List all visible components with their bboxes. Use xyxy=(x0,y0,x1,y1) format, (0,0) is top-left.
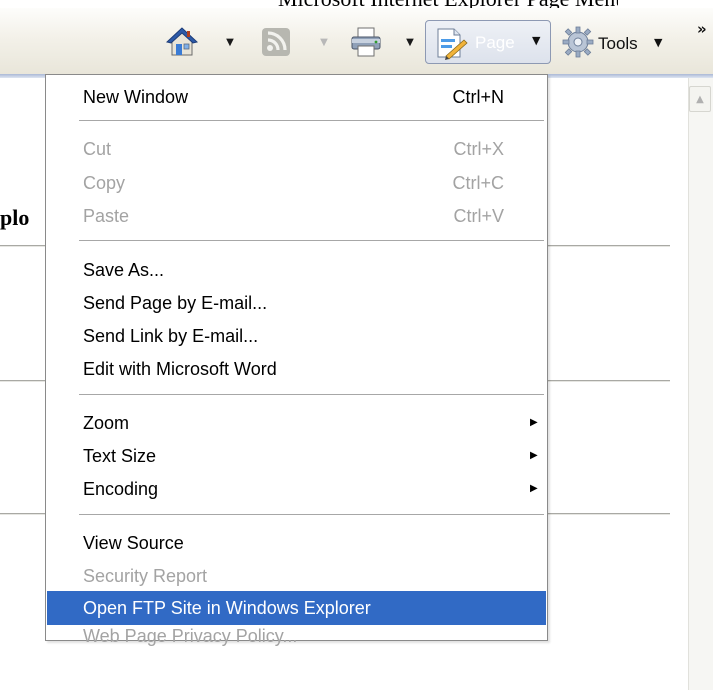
menu-item-send-page[interactable]: Send Page by E-mail... xyxy=(47,286,546,320)
menu-item-label: Copy xyxy=(83,173,126,193)
menu-item-label: New Window xyxy=(83,87,189,107)
menu-item-label: Send Page by E-mail... xyxy=(83,293,268,313)
menu-item-shortcut: Ctrl+V xyxy=(453,206,504,226)
command-bar: ▼ ▼ ▼ Page ▼ Tools ▼ » xyxy=(0,8,713,75)
submenu-arrow-icon: ▶ xyxy=(530,483,538,494)
feeds-dropdown-arrow: ▼ xyxy=(320,36,328,48)
menu-item-cut: Cut Ctrl+X xyxy=(47,132,546,166)
menu-item-save-as[interactable]: Save As... xyxy=(47,253,546,287)
page-menu-label: Page xyxy=(475,33,515,52)
menu-item-label: Security Report xyxy=(83,566,208,586)
printer-icon xyxy=(351,27,381,57)
menu-item-label: Cut xyxy=(83,139,112,159)
menu-item-paste: Paste Ctrl+V xyxy=(47,199,546,233)
menu-item-label: Save As... xyxy=(83,260,165,280)
menu-item-label: Text Size xyxy=(83,446,157,466)
submenu-arrow-icon: ▶ xyxy=(530,450,538,461)
menu-item-label: View Source xyxy=(83,533,184,553)
menu-item-encoding[interactable]: Encoding ▶ xyxy=(47,472,546,506)
page-heading-fragment: plo xyxy=(0,205,30,230)
menu-item-shortcut: Ctrl+C xyxy=(452,173,504,193)
menu-item-security-report: Security Report xyxy=(47,559,546,593)
print-button[interactable] xyxy=(346,22,386,62)
menu-separator xyxy=(79,120,544,121)
menu-separator xyxy=(79,394,544,395)
menu-item-copy: Copy Ctrl+C xyxy=(47,166,546,200)
gear-icon xyxy=(562,26,594,58)
page-caption: Microsoft Internet Explorer Page Menu xyxy=(278,0,618,8)
page-edit-icon xyxy=(437,28,468,60)
menu-item-label: Zoom xyxy=(83,413,130,433)
tools-button[interactable] xyxy=(560,22,596,62)
home-dropdown-arrow[interactable]: ▼ xyxy=(223,30,237,54)
menu-item-label: Edit with Microsoft Word xyxy=(83,359,277,379)
menu-separator xyxy=(79,514,544,515)
browser-window: Microsoft Internet Explorer Page Menu ▼ … xyxy=(0,0,713,690)
menu-item-privacy-policy: Web Page Privacy Policy... xyxy=(47,624,546,646)
tools-menu-label[interactable]: Tools xyxy=(598,34,638,54)
menu-item-text-size[interactable]: Text Size ▶ xyxy=(47,439,546,473)
page-dropdown-arrow: ▼ xyxy=(532,34,541,47)
menu-item-label: Send Link by E-mail... xyxy=(83,326,259,346)
menu-item-shortcut: Ctrl+N xyxy=(452,87,504,107)
menu-item-new-window[interactable]: New Window Ctrl+N xyxy=(47,80,546,114)
home-icon xyxy=(165,27,199,56)
menu-item-label: Paste xyxy=(83,206,130,226)
print-dropdown-arrow[interactable]: ▼ xyxy=(403,30,417,54)
menu-item-shortcut: Ctrl+X xyxy=(453,139,504,159)
menu-item-label: Web Page Privacy Policy... xyxy=(83,626,298,646)
rss-feed-icon xyxy=(262,28,290,56)
menu-item-label: Open FTP Site in Windows Explorer xyxy=(83,598,371,618)
feeds-button[interactable] xyxy=(256,22,296,62)
home-button[interactable] xyxy=(162,22,202,62)
tools-dropdown-arrow[interactable]: ▼ xyxy=(654,36,662,49)
menu-item-zoom[interactable]: Zoom ▶ xyxy=(47,406,546,440)
menu-separator xyxy=(79,240,544,241)
page-menu-button[interactable]: Page ▼ xyxy=(425,20,551,64)
submenu-arrow-icon: ▶ xyxy=(530,417,538,428)
menu-item-edit-with-word[interactable]: Edit with Microsoft Word xyxy=(47,352,546,386)
menu-item-label: Encoding xyxy=(83,479,159,499)
vertical-scrollbar[interactable] xyxy=(688,78,713,690)
menu-item-open-ftp-site[interactable]: Open FTP Site in Windows Explorer xyxy=(47,591,546,625)
page-dropdown-menu: New Window Ctrl+N Cut Ctrl+X Copy Ctrl+C… xyxy=(45,74,548,646)
scroll-up-arrow-icon[interactable]: ▲ xyxy=(689,86,711,112)
chevron-double-right-icon[interactable]: » xyxy=(697,20,707,38)
menu-item-send-link[interactable]: Send Link by E-mail... xyxy=(47,319,546,353)
menu-item-view-source[interactable]: View Source xyxy=(47,526,546,560)
